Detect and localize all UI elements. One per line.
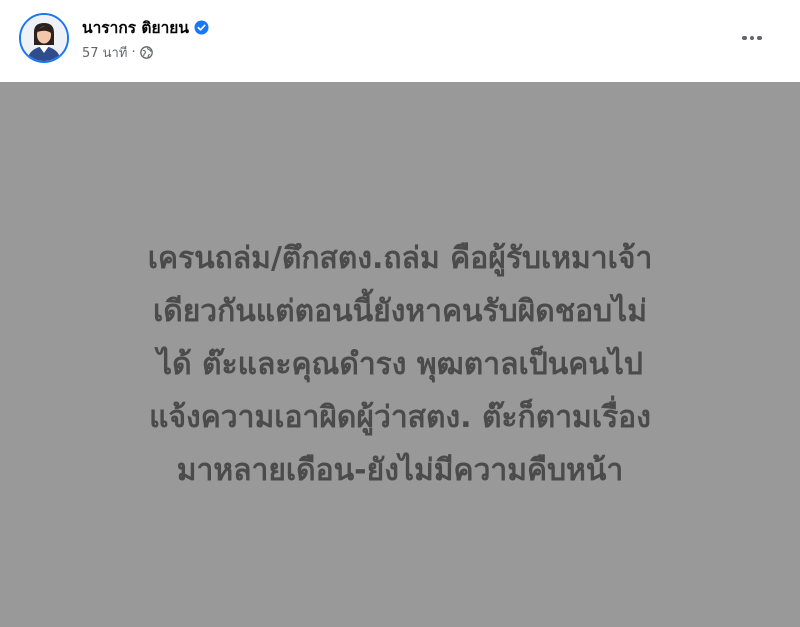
meta-separator: · [131, 44, 136, 60]
globe-icon[interactable] [139, 45, 153, 59]
facebook-post-card: นารากร ติยายน 57 นาที · เครนถล่ม/ตึกสตง.… [0, 0, 800, 627]
post-text-line: เครนถล่ม/ตึกสตง.ถล่ม คือผู้รับเหมาเจ้า [147, 241, 653, 276]
author-avatar[interactable] [19, 13, 69, 63]
post-text-line: แจ้งความเอาผิดผู้ว่าสตง. ต๊ะก็ตามเรื่อง [149, 400, 651, 435]
post-text-background: เครนถล่ม/ตึกสตง.ถล่ม คือผู้รับเหมาเจ้า เ… [0, 82, 800, 627]
post-text-line: มาหลายเดือน-ยังไม่มีความคืบหน้า [176, 453, 624, 488]
more-options-icon [742, 35, 762, 41]
verified-badge-icon [194, 19, 209, 35]
author-row: นารากร ติยายน [82, 16, 209, 38]
avatar-photo-icon [21, 15, 67, 61]
post-text-line: ได้ ต๊ะและคุณดำรง พุฒตาลเป็นคนไป [157, 347, 643, 382]
post-text-line: เดียวกันแต่ตอนนี้ยังหาคนรับผิดชอบไม่ [152, 294, 648, 329]
post-header: นารากร ติยายน 57 นาที · [0, 0, 800, 82]
post-meta: 57 นาที · [82, 43, 153, 61]
post-timestamp[interactable]: 57 นาที [82, 42, 127, 63]
more-options-button[interactable] [732, 20, 772, 56]
author-name[interactable]: นารากร ติยายน [82, 15, 189, 40]
post-text: เครนถล่ม/ตึกสตง.ถล่ม คือผู้รับเหมาเจ้า เ… [30, 232, 770, 497]
